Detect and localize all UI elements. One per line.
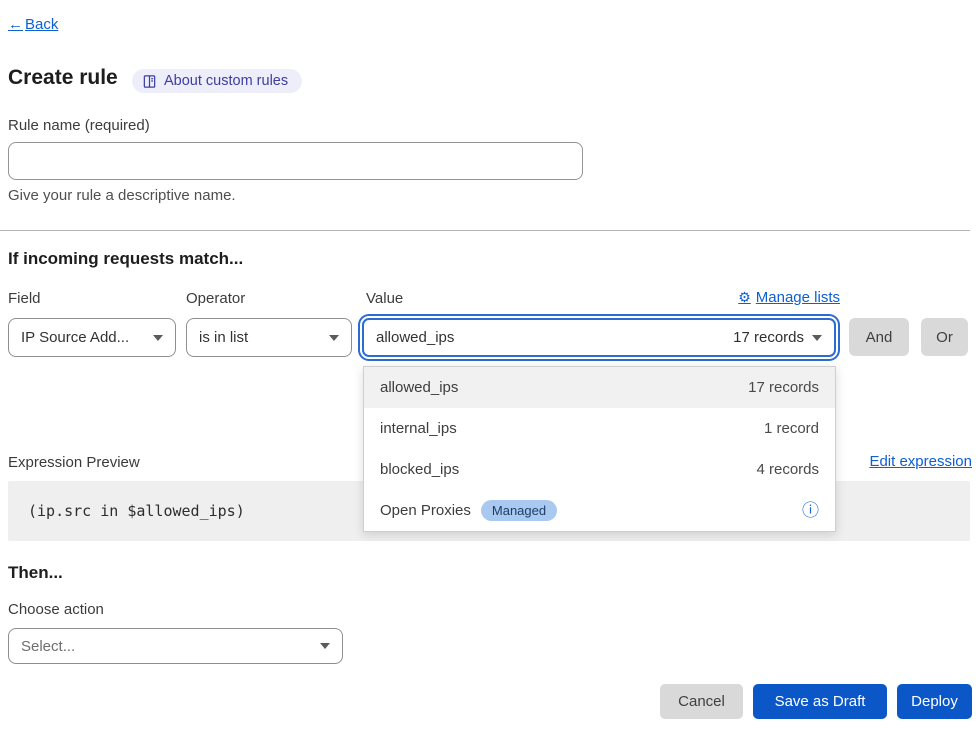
about-badge-label: About custom rules (164, 73, 288, 89)
save-as-draft-button[interactable]: Save as Draft (753, 684, 887, 719)
create-rule-page: ← Back Create rule About custom rules Ru… (0, 0, 979, 739)
list-option-blocked-ips[interactable]: blocked_ips 4 records (364, 449, 835, 490)
chevron-down-icon (329, 335, 339, 341)
list-option-record-count: 4 records (756, 461, 819, 478)
field-select-value: IP Source Add... (21, 329, 129, 346)
arrow-left-icon: ← (8, 16, 23, 33)
value-label: Value (366, 290, 403, 307)
list-option-allowed-ips[interactable]: allowed_ips 17 records (364, 367, 835, 408)
match-section-heading: If incoming requests match... (8, 249, 243, 269)
page-title: Create rule (8, 66, 118, 90)
list-dropdown-panel: allowed_ips 17 records internal_ips 1 re… (363, 366, 836, 532)
back-link-label: Back (25, 16, 58, 33)
expression-code: (ip.src in $allowed_ips) (28, 502, 245, 520)
list-option-open-proxies[interactable]: Open Proxies Managed ⓘ (364, 490, 835, 531)
back-link[interactable]: ← Back (8, 16, 58, 33)
chevron-down-icon (812, 335, 822, 341)
book-icon (142, 74, 157, 89)
info-icon[interactable]: ⓘ (802, 502, 819, 519)
section-divider (0, 230, 970, 231)
manage-lists-link[interactable]: ⚙ Manage lists (738, 289, 840, 306)
rule-name-label: Rule name (required) (8, 117, 150, 134)
cancel-button[interactable]: Cancel (660, 684, 743, 719)
list-option-name: blocked_ips (380, 461, 459, 478)
list-option-name: Open Proxies (380, 502, 471, 519)
action-select-placeholder: Select... (21, 638, 75, 655)
operator-label: Operator (186, 290, 245, 307)
expression-preview-label: Expression Preview (8, 454, 140, 471)
field-label: Field (8, 290, 41, 307)
or-button[interactable]: Or (921, 318, 968, 356)
about-custom-rules-link[interactable]: About custom rules (132, 69, 302, 93)
managed-badge: Managed (481, 500, 557, 521)
field-select[interactable]: IP Source Add... (8, 318, 176, 357)
rule-name-input[interactable] (8, 142, 583, 180)
list-option-record-count: 1 record (764, 420, 819, 437)
list-option-name: allowed_ips (380, 379, 458, 396)
value-select-value: allowed_ips (376, 329, 454, 346)
choose-action-label: Choose action (8, 601, 104, 618)
list-option-record-count: 17 records (748, 379, 819, 396)
operator-select[interactable]: is in list (186, 318, 352, 357)
value-select[interactable]: allowed_ips 17 records (362, 318, 836, 357)
deploy-button[interactable]: Deploy (897, 684, 972, 719)
gear-icon: ⚙ (738, 289, 751, 306)
then-section-heading: Then... (8, 563, 63, 583)
value-select-record-count: 17 records (733, 329, 804, 346)
manage-lists-label: Manage lists (756, 289, 840, 306)
and-button[interactable]: And (849, 318, 909, 356)
chevron-down-icon (153, 335, 163, 341)
chevron-down-icon (320, 643, 330, 649)
list-option-name: internal_ips (380, 420, 457, 437)
list-option-internal-ips[interactable]: internal_ips 1 record (364, 408, 835, 449)
action-select[interactable]: Select... (8, 628, 343, 664)
edit-expression-link[interactable]: Edit expression (869, 453, 972, 470)
rule-name-helper: Give your rule a descriptive name. (8, 187, 236, 204)
operator-select-value: is in list (199, 329, 248, 346)
